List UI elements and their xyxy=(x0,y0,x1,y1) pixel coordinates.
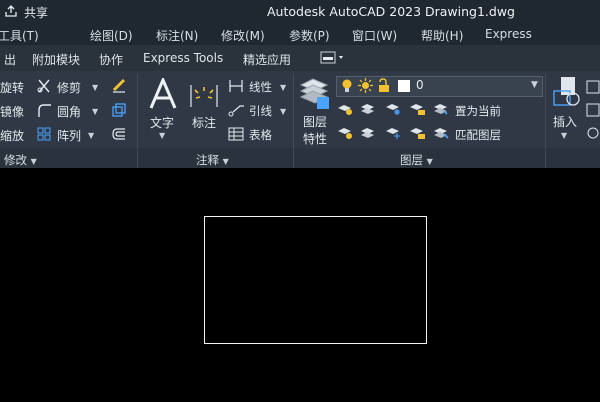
mirror-button[interactable]: 镜像 xyxy=(0,103,24,120)
leader-icon[interactable] xyxy=(228,103,244,117)
table-icon[interactable] xyxy=(228,127,244,141)
layer-isolate-icon[interactable] xyxy=(360,101,377,116)
title-bar: 共享 Autodesk AutoCAD 2023 Drawing1.dwg xyxy=(0,0,600,23)
match-layer-icon[interactable] xyxy=(433,125,450,140)
dimension-button[interactable]: 标注 xyxy=(192,114,216,131)
menu-draw[interactable]: 绘图(D) xyxy=(90,27,133,44)
set-current-layer-icon[interactable] xyxy=(433,101,450,116)
set-current-button[interactable]: 置为当前 xyxy=(455,103,501,119)
erase-icon[interactable] xyxy=(110,76,128,94)
block-attributes-icon[interactable] xyxy=(586,126,600,140)
document-title: Drawing1.dwg xyxy=(425,4,515,19)
menu-bar: 工具(T) 绘图(D) 标注(N) 修改(M) 参数(P) 窗口(W) 帮助(H… xyxy=(0,23,600,45)
text-dropdown-icon[interactable]: ▼ xyxy=(159,131,165,140)
tab-overflow-dropdown-icon[interactable] xyxy=(320,51,346,64)
scale-button[interactable]: 缩放 xyxy=(0,127,24,144)
layer-freeze-icon[interactable] xyxy=(385,101,402,116)
drawn-rectangle[interactable] xyxy=(204,216,427,344)
insert-button[interactable]: 插入 xyxy=(553,113,577,130)
layer-properties-label-1[interactable]: 图层 xyxy=(303,113,327,130)
layers-panel-label: 图层 xyxy=(400,153,423,167)
menu-express[interactable]: Express xyxy=(485,27,532,41)
panel-divider xyxy=(137,74,138,168)
insert-block-icon[interactable] xyxy=(551,75,583,109)
fillet-button[interactable]: 圆角 xyxy=(57,103,81,120)
layer-properties-label-2[interactable]: 特性 xyxy=(303,130,327,147)
trim-button[interactable]: 修剪 xyxy=(57,79,81,96)
ribbon-panel-titles xyxy=(0,148,600,168)
fillet-icon[interactable] xyxy=(36,102,52,118)
table-button[interactable]: 表格 xyxy=(249,127,272,143)
sun-icon[interactable] xyxy=(358,78,373,93)
lightbulb-icon[interactable] xyxy=(341,79,353,93)
tab-express-tools[interactable]: Express Tools xyxy=(143,51,223,65)
dimension-icon[interactable] xyxy=(189,83,219,109)
layer-on-icon[interactable] xyxy=(337,125,354,140)
array-icon[interactable] xyxy=(36,126,52,142)
text-button[interactable]: 文字 xyxy=(150,114,174,131)
linear-button[interactable]: 线性 xyxy=(249,79,272,95)
layer-dropdown-arrow-icon[interactable]: ▼ xyxy=(531,80,538,90)
panel-title-layers[interactable]: 图层 ▼ xyxy=(400,152,433,168)
panel-title-annotation[interactable]: 注释 ▼ xyxy=(196,152,229,168)
menu-dimension[interactable]: 标注(N) xyxy=(156,27,198,44)
tab-collaborate[interactable]: 协作 xyxy=(99,51,123,68)
panel-divider xyxy=(293,74,294,168)
layer-unisolate-icon[interactable] xyxy=(360,125,377,140)
modify-panel-label: 修改 xyxy=(4,153,27,167)
current-layer-name: 0 xyxy=(416,78,424,92)
leader-dropdown-icon[interactable]: ▼ xyxy=(280,107,286,116)
unlock-icon[interactable] xyxy=(377,78,391,93)
trim-icon[interactable] xyxy=(36,78,52,94)
annotation-panel-label: 注释 xyxy=(196,153,219,167)
menu-tools[interactable]: 工具(T) xyxy=(0,27,39,44)
create-block-icon[interactable] xyxy=(586,80,600,94)
text-icon[interactable] xyxy=(148,78,178,110)
leader-button[interactable]: 引线 xyxy=(249,103,272,119)
panel-divider xyxy=(545,74,546,168)
tab-featured-apps[interactable]: 精选应用 xyxy=(243,51,291,68)
layer-properties-icon[interactable] xyxy=(297,75,331,111)
match-layer-button[interactable]: 匹配图层 xyxy=(455,127,501,143)
menu-help[interactable]: 帮助(H) xyxy=(421,27,463,44)
layer-color-swatch xyxy=(398,80,410,92)
layer-thaw-icon[interactable] xyxy=(385,125,402,140)
menu-modify[interactable]: 修改(M) xyxy=(221,27,265,44)
fillet-dropdown-icon[interactable]: ▼ xyxy=(92,107,98,116)
rotate-button[interactable]: 旋转 xyxy=(0,79,24,96)
linear-dimension-icon[interactable] xyxy=(228,79,244,93)
tab-addins[interactable]: 附加模块 xyxy=(32,51,80,68)
trim-dropdown-icon[interactable]: ▼ xyxy=(92,83,98,92)
share-icon[interactable] xyxy=(4,4,18,18)
menu-window[interactable]: 窗口(W) xyxy=(352,27,397,44)
insert-dropdown-icon[interactable]: ▼ xyxy=(561,131,567,140)
app-title: Autodesk AutoCAD 2023 xyxy=(267,4,422,19)
ribbon-tab-bar: 出 附加模块 协作 Express Tools 精选应用 xyxy=(0,45,600,71)
panel-title-modify[interactable]: 修改 ▼ xyxy=(4,152,37,168)
menu-parametric[interactable]: 参数(P) xyxy=(289,27,330,44)
layer-off-icon[interactable] xyxy=(337,101,354,116)
array-dropdown-icon[interactable]: ▼ xyxy=(88,131,94,140)
explode-icon[interactable] xyxy=(110,101,128,119)
layer-lock-icon[interactable] xyxy=(409,101,426,116)
linear-dropdown-icon[interactable]: ▼ xyxy=(280,83,286,92)
array-button[interactable]: 阵列 xyxy=(57,127,81,144)
layer-unlock-icon[interactable] xyxy=(409,125,426,140)
edit-block-icon[interactable] xyxy=(586,103,600,117)
share-button[interactable]: 共享 xyxy=(24,4,48,21)
offset-icon[interactable] xyxy=(110,125,128,143)
tab-output[interactable]: 出 xyxy=(4,51,16,68)
